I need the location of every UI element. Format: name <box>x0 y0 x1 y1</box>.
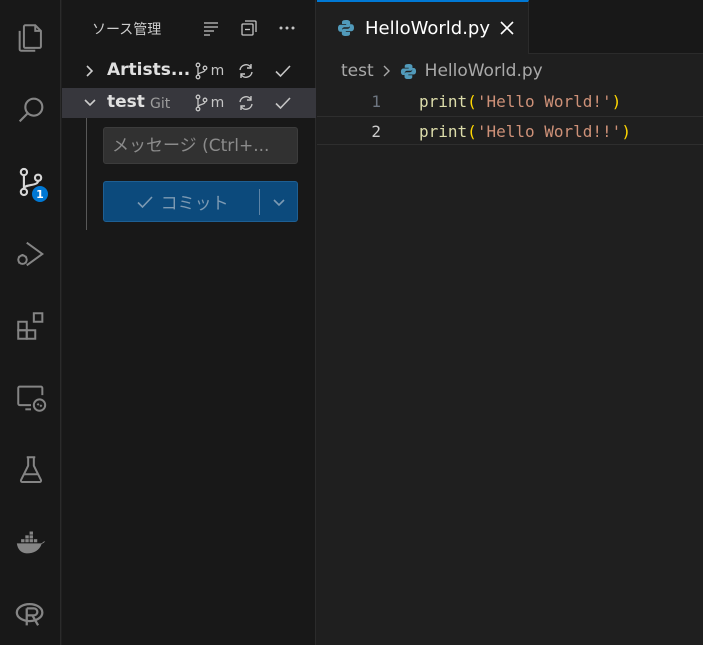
code-area[interactable]: 1 print('Hello World!') 2 print('Hello W… <box>317 87 703 145</box>
code-string: 'Hello World!!' <box>476 122 622 141</box>
commit-check-icon[interactable] <box>264 91 301 115</box>
testing-icon[interactable] <box>0 434 61 506</box>
more-actions-icon[interactable] <box>268 14 306 42</box>
sync-icon[interactable] <box>227 91 264 115</box>
line-number: 2 <box>371 122 381 141</box>
commit-button[interactable]: コミット <box>103 181 298 222</box>
chevron-right-icon <box>383 65 390 77</box>
breadcrumb-folder[interactable]: test <box>341 61 374 81</box>
chevron-down-icon <box>273 198 285 206</box>
code-string: 'Hello World!' <box>476 92 612 111</box>
breadcrumb: test HelloWorld.py <box>341 61 543 81</box>
code-line: 1 print('Hello World!') <box>317 87 703 116</box>
branch-icon[interactable]: m <box>190 91 227 115</box>
repo-row-artists[interactable]: Artists... m <box>62 56 316 86</box>
tab-bar: HelloWorld.py <box>317 0 703 54</box>
branch-icon[interactable]: m <box>190 59 227 83</box>
branch-suffix: m <box>210 63 225 79</box>
code-text: print('Hello World!!') <box>419 122 631 141</box>
repo-row-test[interactable]: test Git m <box>62 88 316 118</box>
chevron-right-icon <box>86 65 94 77</box>
code-bracket: ( <box>467 92 477 111</box>
source-control-badge: 1 <box>30 184 50 204</box>
code-function: print <box>419 122 468 141</box>
commit-button-main[interactable]: コミット <box>104 182 259 221</box>
branch-suffix: m <box>210 95 225 111</box>
code-bracket: ) <box>611 92 622 111</box>
editor: HelloWorld.py test HelloWorld.py 1 print… <box>317 0 703 645</box>
commit-label: コミット <box>160 194 229 214</box>
repo-provider: Git <box>150 96 171 112</box>
tree-indent-guide <box>86 118 87 230</box>
source-control-sidebar: ソース管理 Artists... m test Git m メッセージ (Ctr… <box>62 0 316 645</box>
remote-explorer-icon[interactable] <box>0 362 61 434</box>
breadcrumb-file[interactable]: HelloWorld.py <box>425 61 543 81</box>
code-bracket: ) <box>621 122 631 141</box>
code-text: print('Hello World!') <box>419 92 621 111</box>
explorer-icon[interactable] <box>0 2 61 74</box>
commit-message-input[interactable] <box>103 127 298 164</box>
chevron-down-icon <box>84 99 96 107</box>
repo-name: Artists... <box>107 60 191 80</box>
tab-label: HelloWorld.py <box>365 18 491 39</box>
r-icon[interactable] <box>0 578 61 645</box>
sync-icon[interactable] <box>227 59 264 83</box>
sidebar-actions <box>192 14 306 42</box>
code-bracket: ( <box>467 122 477 141</box>
python-icon <box>400 63 416 79</box>
code-function: print <box>419 92 468 111</box>
view-as-list-icon[interactable] <box>192 14 230 42</box>
commit-check-icon[interactable] <box>264 59 301 83</box>
line-number: 1 <box>371 92 381 111</box>
activity-bar: 1 <box>0 0 61 645</box>
repo-name: test <box>107 92 145 112</box>
collapse-all-icon[interactable] <box>230 14 268 42</box>
source-control-icon[interactable] <box>0 146 61 218</box>
commit-dropdown[interactable] <box>260 182 297 221</box>
close-icon[interactable] <box>497 18 517 38</box>
sidebar-title: ソース管理 <box>92 22 162 38</box>
extensions-icon[interactable] <box>0 290 61 362</box>
docker-icon[interactable] <box>0 506 61 578</box>
code-line-current: 2 print('Hello World!!') <box>317 116 703 145</box>
repo-actions: m <box>190 59 301 83</box>
tab-helloworld[interactable]: HelloWorld.py <box>317 0 529 54</box>
check-icon <box>137 195 153 208</box>
python-icon <box>338 20 354 36</box>
search-icon[interactable] <box>0 74 61 146</box>
run-debug-icon[interactable] <box>0 218 61 290</box>
repo-actions: m <box>190 91 301 115</box>
